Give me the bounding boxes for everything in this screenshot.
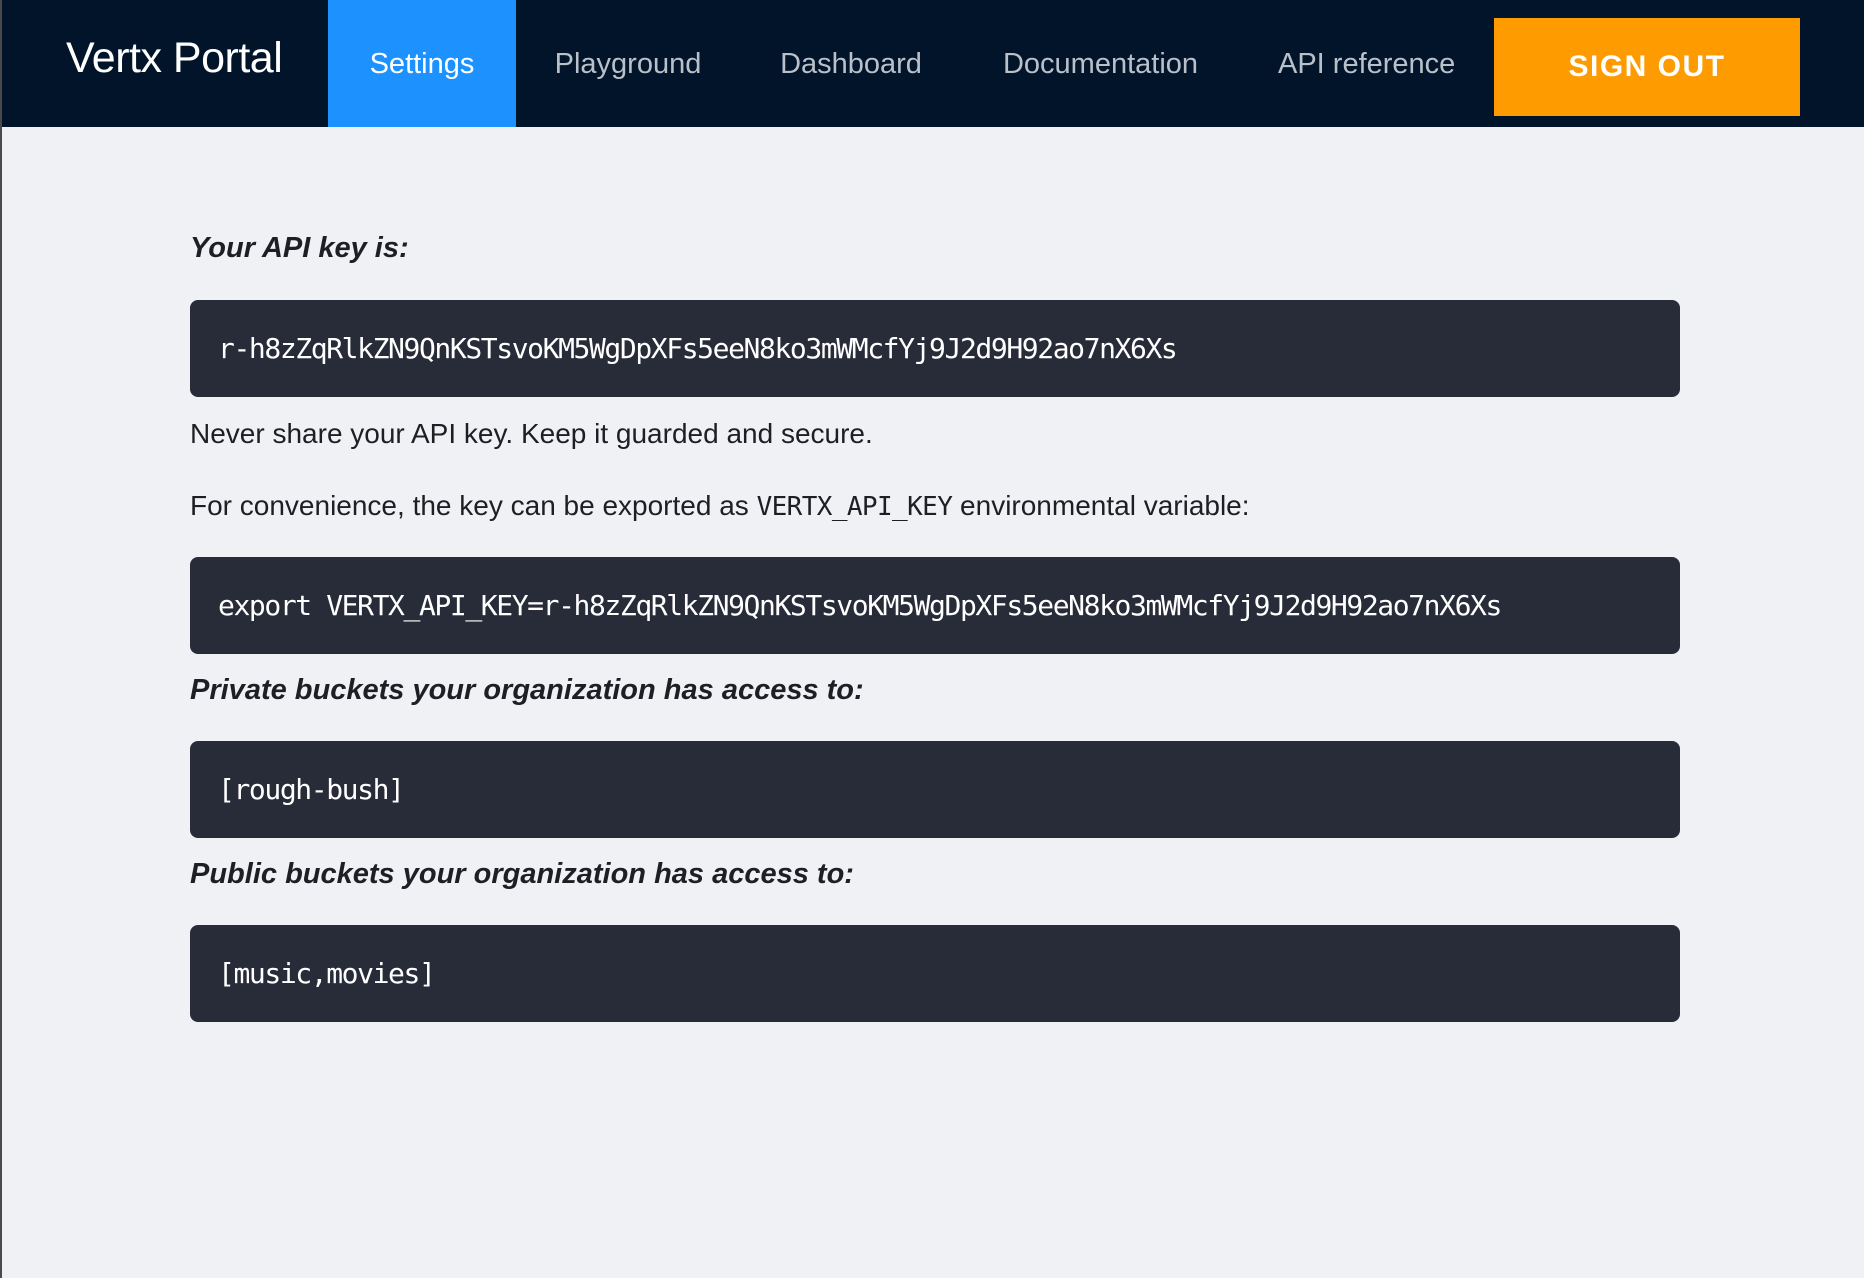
brand-logo[interactable]: Vertx Portal: [66, 28, 283, 88]
private-buckets-heading: Private buckets your organization has ac…: [190, 674, 864, 706]
tab-documentation[interactable]: Documentation: [999, 0, 1202, 127]
api-key-code-block[interactable]: r-h8zZqRlkZN9QnKSTsvoKM5WgDpXFs5eeN8ko3m…: [190, 300, 1680, 397]
private-buckets-code-block[interactable]: [rough-bush]: [190, 741, 1680, 838]
tab-playground[interactable]: Playground: [550, 0, 706, 127]
env-variable-name: VERTX_API_KEY: [756, 492, 953, 522]
tab-settings[interactable]: Settings: [328, 0, 516, 127]
tab-dashboard[interactable]: Dashboard: [778, 0, 924, 127]
top-navbar: Vertx Portal Settings Playground Dashboa…: [2, 0, 1864, 127]
export-note-text-before: For convenience, the key can be exported…: [190, 490, 757, 521]
export-command-code-block[interactable]: export VERTX_API_KEY=r-h8zZqRlkZN9QnKSTs…: [190, 557, 1680, 654]
export-note: For convenience, the key can be exported…: [190, 490, 1250, 522]
export-note-text-after: environmental variable:: [952, 490, 1250, 521]
public-buckets-code-block[interactable]: [music,movies]: [190, 925, 1680, 1022]
tab-api-reference[interactable]: API reference: [1278, 0, 1455, 127]
api-key-warning: Never share your API key. Keep it guarde…: [190, 418, 873, 449]
api-key-heading: Your API key is:: [190, 232, 409, 264]
public-buckets-heading: Public buckets your organization has acc…: [190, 858, 854, 890]
sign-out-button[interactable]: SIGN OUT: [1494, 18, 1800, 116]
